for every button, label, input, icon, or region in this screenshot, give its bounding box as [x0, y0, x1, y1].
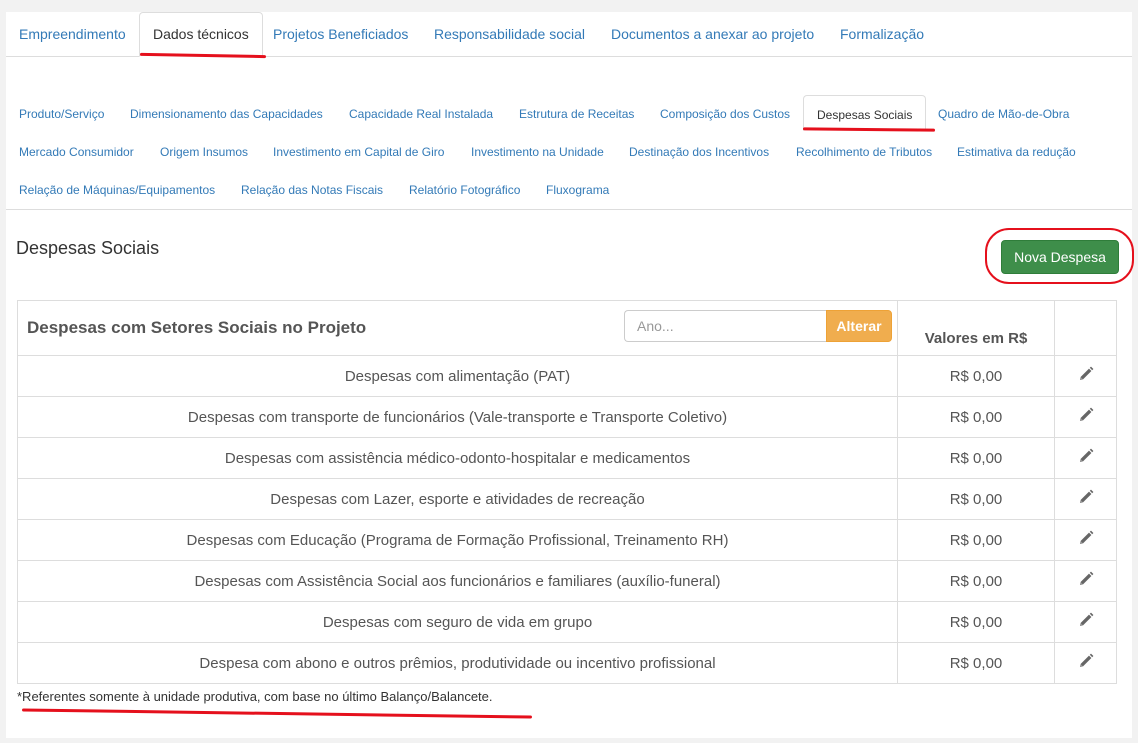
table-row: Despesas com transporte de funcionários … [17, 396, 1117, 438]
tab-dados-tecnicos[interactable]: Dados técnicos [139, 12, 263, 57]
tab-documentos-anexar[interactable]: Documentos a anexar ao projeto [598, 12, 827, 56]
table-row: Despesa com abono e outros prêmios, prod… [17, 642, 1117, 684]
sub-tab-recolhimento-tributos[interactable]: Recolhimento de Tributos [783, 133, 945, 169]
expense-value: R$ 0,00 [897, 560, 1055, 602]
table-row: Despesas com seguro de vida em grupo R$ 0… [17, 601, 1117, 643]
edit-cell [1054, 478, 1117, 520]
sub-tab-estimativa-reducao[interactable]: Estimativa da redução [944, 133, 1089, 169]
expense-description: Despesas com Lazer, esporte e atividades… [17, 478, 898, 520]
tab-empreendimento[interactable]: Empreendimento [6, 12, 139, 56]
pencil-icon[interactable] [1077, 406, 1095, 424]
edit-cell [1054, 355, 1117, 397]
sub-tab-quadro-mao-obra[interactable]: Quadro de Mão-de-Obra [925, 95, 1082, 131]
sub-tab-composicao-custos[interactable]: Composição dos Custos [647, 95, 803, 131]
expense-description: Despesa com abono e outros prêmios, prod… [17, 642, 898, 684]
sub-tab-maquinas-equipamentos[interactable]: Relação de Máquinas/Equipamentos [6, 171, 228, 207]
expense-description: Despesas com Educação (Programa de Forma… [17, 519, 898, 561]
social-expenses-table: Despesas com Setores Sociais no Projeto … [17, 300, 1117, 684]
content-panel: Despesas Sociais Nova Despesa Despesas c… [6, 210, 1132, 738]
sub-tab-notas-fiscais[interactable]: Relação das Notas Fiscais [228, 171, 396, 207]
expense-description: Despesas com assistência médico-odonto-h… [17, 437, 898, 479]
table-header-row: Despesas com Setores Sociais no Projeto … [17, 300, 1117, 356]
sub-tab-mercado-consumidor[interactable]: Mercado Consumidor [6, 133, 147, 169]
sub-tab-dimensionamento[interactable]: Dimensionamento das Capacidades [117, 95, 336, 131]
expense-value: R$ 0,00 [897, 519, 1055, 561]
edit-cell [1054, 642, 1117, 684]
pencil-icon[interactable] [1077, 652, 1095, 670]
edit-cell [1054, 560, 1117, 602]
expense-value: R$ 0,00 [897, 478, 1055, 520]
tab-responsabilidade-social[interactable]: Responsabilidade social [421, 12, 598, 56]
edit-cell [1054, 601, 1117, 643]
year-input[interactable] [624, 310, 826, 342]
table-row: Despesas com alimentação (PAT) R$ 0,00 [17, 355, 1117, 397]
actions-header [1054, 300, 1117, 356]
pencil-icon[interactable] [1077, 447, 1095, 465]
table-row: Despesas com assistência médico-odonto-h… [17, 437, 1117, 479]
sub-tab-origem-insumos[interactable]: Origem Insumos [147, 133, 261, 169]
table-row: Despesas com Assistência Social aos func… [17, 560, 1117, 602]
sub-tab-bar: Produto/Serviço Dimensionamento das Capa… [6, 93, 1132, 210]
pencil-icon[interactable] [1077, 488, 1095, 506]
expense-value: R$ 0,00 [897, 601, 1055, 643]
sub-tab-capital-giro[interactable]: Investimento em Capital de Giro [260, 133, 457, 169]
main-tab-bar: Empreendimento Dados técnicos Projetos B… [6, 12, 1132, 57]
edit-cell [1054, 437, 1117, 479]
table-title: Despesas com Setores Sociais no Projeto [27, 318, 367, 337]
pencil-icon[interactable] [1077, 570, 1095, 588]
table-row: Despesas com Educação (Programa de Forma… [17, 519, 1117, 561]
expense-description: Despesas com Assistência Social aos func… [17, 560, 898, 602]
table-body: Despesas com alimentação (PAT) R$ 0,00 Des… [17, 355, 1117, 684]
sub-tab-destinacao-incentivos[interactable]: Destinação dos Incentivos [616, 133, 782, 169]
expense-value: R$ 0,00 [897, 437, 1055, 479]
edit-cell [1054, 519, 1117, 561]
tab-formalizacao[interactable]: Formalização [827, 12, 937, 56]
sub-tab-estrutura-receitas[interactable]: Estrutura de Receitas [506, 95, 647, 131]
expense-value: R$ 0,00 [897, 355, 1055, 397]
expense-description: Despesas com transporte de funcionários … [17, 396, 898, 438]
sub-tab-relatorio-fotografico[interactable]: Relatório Fotográfico [396, 171, 533, 207]
pencil-icon[interactable] [1077, 611, 1095, 629]
alter-button[interactable]: Alterar [826, 310, 892, 342]
sub-tab-investimento-unidade[interactable]: Investimento na Unidade [458, 133, 617, 169]
pencil-icon[interactable] [1077, 365, 1095, 383]
section-title: Despesas Sociais [16, 238, 160, 258]
table-row: Despesas com Lazer, esporte e atividades… [17, 478, 1117, 520]
tab-content-spacer [6, 57, 1132, 93]
footnote: *Referentes somente à unidade produtiva,… [17, 689, 493, 704]
expense-description: Despesas com seguro de vida em grupo [17, 601, 898, 643]
sub-tab-despesas-sociais[interactable]: Despesas Sociais [803, 95, 927, 131]
sub-tab-fluxograma[interactable]: Fluxograma [533, 171, 622, 207]
expense-value: R$ 0,00 [897, 396, 1055, 438]
table-header-cell: Despesas com Setores Sociais no Projeto … [17, 300, 898, 356]
pencil-icon[interactable] [1077, 529, 1095, 547]
edit-cell [1054, 396, 1117, 438]
expense-value: R$ 0,00 [897, 642, 1055, 684]
sub-tab-produto-servico[interactable]: Produto/Serviço [6, 95, 117, 131]
values-header: Valores em R$ [897, 300, 1055, 356]
expense-description: Despesas com alimentação (PAT) [17, 355, 898, 397]
new-expense-button[interactable]: Nova Despesa [1001, 240, 1119, 274]
tab-projetos-beneficiados[interactable]: Projetos Beneficiados [260, 12, 421, 56]
sub-tab-capacidade-real[interactable]: Capacidade Real Instalada [336, 95, 506, 131]
